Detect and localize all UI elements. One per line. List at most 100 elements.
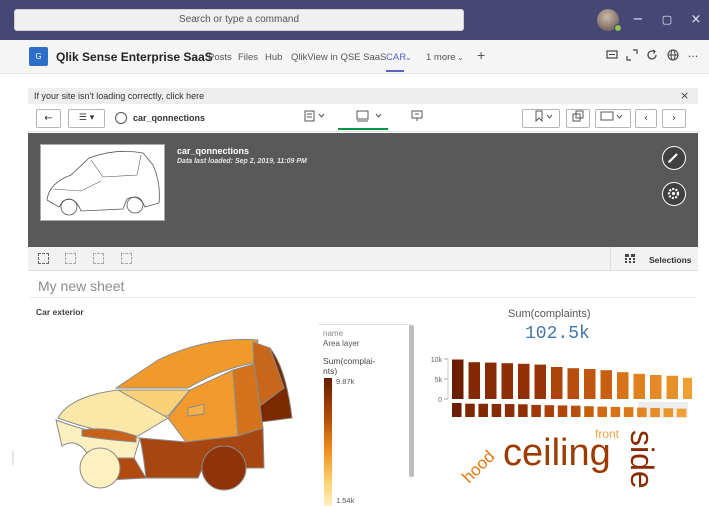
mini-bar [557, 405, 568, 417]
tab-hub[interactable]: Hub [265, 52, 282, 63]
settings-button[interactable] [662, 182, 686, 206]
app-title: Qlik Sense Enterprise SaaS [56, 50, 213, 64]
globe-icon [115, 112, 127, 124]
bar [501, 363, 513, 399]
chevron-down-icon[interactable]: ⌄ [457, 53, 464, 62]
notice-banner[interactable]: If your site isn't loading correctly, cl… [28, 88, 698, 104]
y-tick-label: 0 [438, 397, 442, 404]
header-app-name: car_qonnections [177, 146, 250, 156]
tab-qlikview[interactable]: QlikView in QSE SaaS [291, 52, 386, 63]
bar [534, 364, 546, 399]
story-icon-glyph [411, 110, 423, 121]
add-tab-button[interactable]: + [477, 47, 485, 63]
expand-icon-glyph [626, 49, 638, 61]
mini-bar [610, 406, 621, 417]
tab-more[interactable]: 1 more [426, 52, 456, 63]
mini-bar [531, 404, 541, 417]
mini-bar [663, 408, 674, 417]
menu-button[interactable]: ☰ ▾ [68, 109, 105, 128]
word-hood[interactable]: hood [458, 447, 498, 487]
mini-bar [478, 403, 488, 417]
word-cloud[interactable]: ceiling side hood front [455, 420, 667, 500]
legend-measure: Sum(complai- nts) [323, 356, 403, 376]
app-name: car_qonnections [133, 113, 206, 123]
tab-files[interactable]: Files [238, 52, 258, 63]
scroll-edge [12, 451, 14, 465]
step-back-icon[interactable] [65, 253, 76, 264]
mini-bar [452, 403, 462, 417]
chevron-down-icon[interactable]: ⌄ [405, 53, 412, 62]
step-forward-icon[interactable] [93, 253, 104, 264]
mini-bar [650, 407, 660, 417]
search-input[interactable]: Search or type a command [14, 9, 464, 31]
selections-button[interactable]: Selections [649, 255, 692, 265]
car-area-rear-wheel[interactable] [201, 445, 247, 491]
active-view-indicator [338, 128, 388, 130]
mini-bar [504, 404, 515, 417]
divider [30, 297, 696, 298]
bar [666, 375, 678, 399]
y-tick-label: 10k [431, 357, 443, 364]
copy-button[interactable] [566, 109, 590, 128]
data-last-loaded: Data last loaded: Sep 2, 2019, 11:09 PM [177, 158, 307, 165]
screen: Search or type a command − ▢ × G Qlik Se… [0, 0, 709, 506]
bookmark-button[interactable] [522, 109, 560, 128]
sheet-title: My new sheet [38, 278, 125, 294]
copy-icon [572, 110, 584, 122]
bar [617, 372, 629, 399]
present-button[interactable] [595, 109, 631, 128]
y-tick-label: 5k [435, 377, 443, 384]
sheet-view-icon[interactable] [356, 110, 384, 125]
bar-chart[interactable]: 10k 5k 0 [428, 355, 692, 419]
smart-search-icon[interactable] [38, 253, 49, 264]
word-side[interactable]: side [624, 430, 660, 489]
close-button[interactable]: × [686, 10, 706, 30]
expand-icon[interactable] [624, 49, 640, 65]
bar [485, 362, 497, 399]
legend-min-value: 1.54k [336, 496, 355, 505]
mini-bar [491, 403, 502, 417]
mini-bar [676, 408, 687, 417]
legend-name-label: name [323, 329, 344, 338]
bar [468, 362, 480, 399]
minimize-button[interactable]: − [628, 10, 648, 30]
mini-bar [623, 407, 634, 417]
legend-layer: Area layer [323, 339, 360, 348]
clear-selections-icon[interactable] [121, 253, 132, 264]
bar [650, 375, 662, 399]
car-area-map[interactable] [48, 318, 318, 504]
bar [633, 373, 645, 399]
story-icon[interactable] [411, 110, 423, 125]
car-area-front-wheel[interactable] [79, 447, 121, 489]
divider [610, 247, 611, 271]
edit-icon[interactable] [304, 110, 326, 125]
app-logo: G [29, 47, 48, 66]
word-front[interactable]: front [595, 427, 620, 441]
bar [452, 359, 464, 399]
legend-scrollbar[interactable] [409, 325, 414, 477]
edit-details-button[interactable] [662, 146, 686, 170]
tab-car[interactable]: CAR [386, 52, 406, 63]
selections-grid-icon[interactable] [625, 254, 635, 264]
chat-icon[interactable] [604, 49, 620, 65]
more-icon[interactable]: ··· [685, 49, 701, 65]
presence-indicator [614, 24, 622, 32]
close-icon[interactable]: × [680, 89, 689, 102]
car-sketch-icon [46, 150, 160, 216]
legend-color-ramp [324, 378, 332, 506]
bookmark-icon [535, 110, 553, 123]
back-button[interactable]: ← [36, 109, 61, 128]
refresh-icon[interactable] [644, 49, 660, 65]
next-button[interactable]: › [662, 109, 686, 128]
globe-icon[interactable] [665, 49, 681, 65]
tab-posts[interactable]: Posts [208, 52, 232, 63]
maximize-button[interactable]: ▢ [657, 10, 677, 30]
kpi-title: Sum(complaints) [508, 308, 591, 320]
bar [683, 377, 692, 399]
car-map-title: Car exterior [36, 307, 84, 317]
bar [584, 369, 596, 399]
legend-measure-line1: Sum(complai- [323, 356, 376, 366]
globe-icon-glyph [667, 49, 679, 61]
sheet-view-icon-glyph [356, 110, 382, 122]
prev-button[interactable]: ‹ [635, 109, 657, 128]
